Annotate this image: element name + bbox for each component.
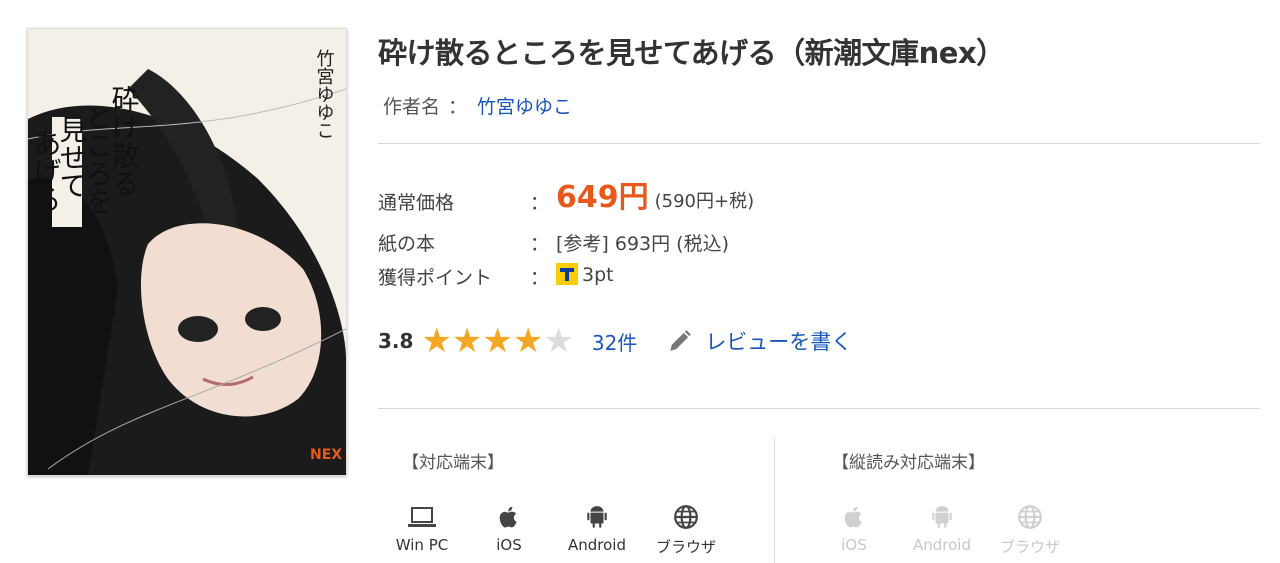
device-label: iOS (841, 536, 867, 554)
globe-icon (674, 505, 698, 529)
devices-header: 【対応端末】 (402, 453, 504, 473)
regular-price-colon: ： (530, 192, 550, 214)
divider-bottom (378, 408, 1260, 409)
regular-price-label: 通常価格 (378, 192, 455, 214)
device-ios: iOS (469, 504, 549, 554)
apple-icon (844, 506, 862, 528)
star-icon: ★ (512, 321, 544, 361)
device-label: Android (913, 536, 971, 554)
cover-author: 竹宮ゆゆこ (314, 49, 335, 139)
android-icon (932, 506, 952, 528)
points-value: 3pt (582, 264, 614, 286)
divider-top (378, 143, 1260, 144)
device-label: Win PC (395, 536, 449, 554)
product-title: 砕け散るところを見せてあげる（新潮文庫nex） (378, 36, 1005, 70)
author-link[interactable]: 竹宮ゆゆこ (477, 96, 572, 118)
rating-row: 3.8 ★ ★ ★ ★ ★ 32件 レビューを書く (378, 324, 852, 358)
device-browser: ブラウザ (646, 504, 726, 557)
write-review-link[interactable]: レビューを書く (667, 326, 852, 356)
vertical-devices-header: 【縦読み対応端末】 (832, 453, 985, 473)
device-label: ブラウザ (655, 538, 716, 556)
star-icon: ★ (421, 321, 452, 361)
points-value-row: 3pt (556, 263, 614, 286)
star-icon: ★ (451, 321, 483, 361)
regular-price-value: 649円 (590円+税) (556, 172, 754, 216)
cover-publisher-mark: NEX (310, 447, 342, 463)
paper-book-label: 紙の本 (378, 233, 436, 255)
devices-separator (774, 437, 775, 563)
price-amount: 649円 (556, 180, 649, 215)
paper-book-colon: ： (530, 233, 550, 255)
laptop-icon (408, 507, 436, 527)
vertical-device-android: Android (902, 504, 982, 554)
device-label: iOS (496, 536, 522, 554)
book-cover-image[interactable]: 砕け散る ところを 見せて あげる 竹宮ゆゆこ NEX (27, 28, 347, 476)
cover-title-line-4: あげる (30, 129, 63, 213)
author-row: 作者名 ： 竹宮ゆゆこ (383, 92, 572, 119)
device-android: Android (557, 504, 637, 554)
author-separator: ： (448, 96, 468, 118)
cover-illustration: 砕け散る ところを 見せて あげる 竹宮ゆゆこ NEX (28, 29, 346, 475)
star-icon: ★ (482, 321, 513, 361)
device-label: ブラウザ (999, 538, 1060, 556)
pencil-icon (670, 330, 692, 351)
rating-score: 3.8 (378, 329, 414, 353)
star-empty-icon: ★ (543, 321, 574, 361)
vertical-device-ios: iOS (814, 504, 894, 554)
apple-icon (499, 506, 517, 528)
points-colon: ： (530, 267, 550, 289)
device-winpc: Win PC (382, 504, 462, 554)
paper-book-price: [参考] 693円 (税込) (556, 233, 729, 255)
globe-icon (1018, 505, 1042, 529)
write-review-label: レビューを書く (705, 330, 853, 354)
android-icon (587, 506, 607, 528)
points-label: 獲得ポイント (378, 267, 493, 289)
vertical-device-browser: ブラウザ (990, 504, 1070, 557)
tpoint-icon (556, 263, 578, 285)
review-count-link[interactable]: 32件 (592, 327, 637, 356)
author-label: 作者名 (383, 96, 441, 118)
price-tax-note: (590円+税) (654, 191, 755, 212)
device-label: Android (568, 536, 626, 554)
